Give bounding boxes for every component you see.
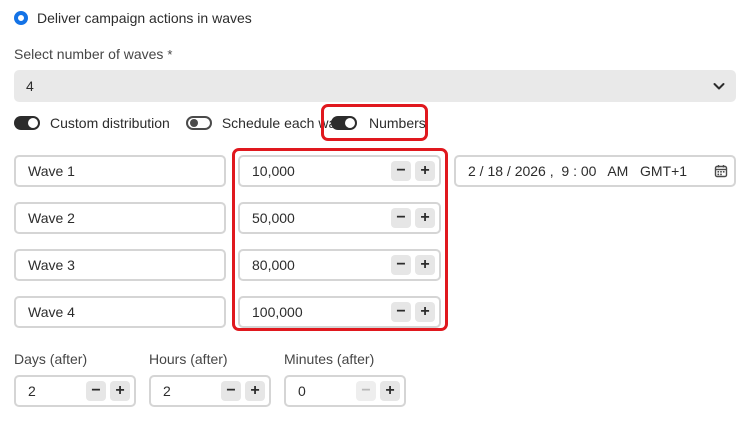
wave-amount-stepper[interactable]: 10,000 − + xyxy=(238,155,441,187)
waves-select-label: Select number of waves * xyxy=(14,46,172,62)
increment-button[interactable]: + xyxy=(415,302,435,322)
minutes-after-stepper[interactable]: 0 − + xyxy=(284,375,406,407)
schedule-each-wave-switch[interactable] xyxy=(185,116,212,130)
required-mark: * xyxy=(167,47,173,62)
custom-distribution-toggle[interactable]: Custom distribution xyxy=(14,115,170,131)
hours-after-value: 2 xyxy=(163,383,171,399)
increment-button[interactable]: + xyxy=(110,381,130,401)
waves-count-value: 4 xyxy=(26,78,34,94)
wave-amount-value: 100,000 xyxy=(252,304,303,320)
waves-count-select[interactable]: 4 xyxy=(14,70,736,102)
days-after-stepper[interactable]: 2 − + xyxy=(14,375,136,407)
wave-amount-stepper[interactable]: 80,000 − + xyxy=(238,249,441,281)
numbers-label: Numbers xyxy=(369,115,426,131)
wave-amount-stepper[interactable]: 50,000 − + xyxy=(238,202,441,234)
wave-date-picker[interactable]: 2 / 18 / 2026 , 9 : 00 AM GMT+1 xyxy=(454,155,736,187)
increment-button[interactable]: + xyxy=(415,161,435,181)
wave-name-input[interactable]: Wave 2 xyxy=(14,202,226,234)
decrement-button[interactable]: − xyxy=(86,381,106,401)
decrement-button[interactable]: − xyxy=(391,302,411,322)
decrement-button[interactable]: − xyxy=(391,255,411,275)
increment-button[interactable]: + xyxy=(415,208,435,228)
hours-after-stepper[interactable]: 2 − + xyxy=(149,375,271,407)
minutes-after-value: 0 xyxy=(298,383,306,399)
increment-button[interactable]: + xyxy=(415,255,435,275)
increment-button[interactable]: + xyxy=(245,381,265,401)
wave-amount-value: 50,000 xyxy=(252,210,295,226)
wave-amount-value: 10,000 xyxy=(252,163,295,179)
decrement-button[interactable]: − xyxy=(391,208,411,228)
numbers-switch[interactable] xyxy=(331,116,357,130)
custom-distribution-label: Custom distribution xyxy=(50,115,170,131)
wave-options-toggles: Custom distribution Schedule each wave xyxy=(14,112,351,134)
radio-selected-icon[interactable] xyxy=(14,11,28,25)
wave-date-value: 2 / 18 / 2026 , 9 : 00 AM GMT+1 xyxy=(468,163,688,179)
hours-after-label: Hours (after) xyxy=(149,351,228,367)
wave-name-input[interactable]: Wave 3 xyxy=(14,249,226,281)
deliver-in-waves-radio[interactable]: Deliver campaign actions in waves xyxy=(14,8,252,28)
days-after-value: 2 xyxy=(28,383,36,399)
decrement-button[interactable]: − xyxy=(356,381,376,401)
minutes-after-label: Minutes (after) xyxy=(284,351,375,367)
numbers-toggle[interactable]: Numbers xyxy=(331,112,426,134)
waves-select-label-text: Select number of waves xyxy=(14,46,164,62)
calendar-icon[interactable] xyxy=(714,164,728,178)
wave-name-input[interactable]: Wave 1 xyxy=(14,155,226,187)
wave-amount-stepper[interactable]: 100,000 − + xyxy=(238,296,441,328)
wave-name-input[interactable]: Wave 4 xyxy=(14,296,226,328)
increment-button[interactable]: + xyxy=(380,381,400,401)
wave-amount-value: 80,000 xyxy=(252,257,295,273)
chevron-down-icon xyxy=(713,83,725,90)
custom-distribution-switch[interactable] xyxy=(14,116,40,130)
decrement-button[interactable]: − xyxy=(221,381,241,401)
deliver-in-waves-label: Deliver campaign actions in waves xyxy=(37,10,252,26)
days-after-label: Days (after) xyxy=(14,351,88,367)
decrement-button[interactable]: − xyxy=(391,161,411,181)
